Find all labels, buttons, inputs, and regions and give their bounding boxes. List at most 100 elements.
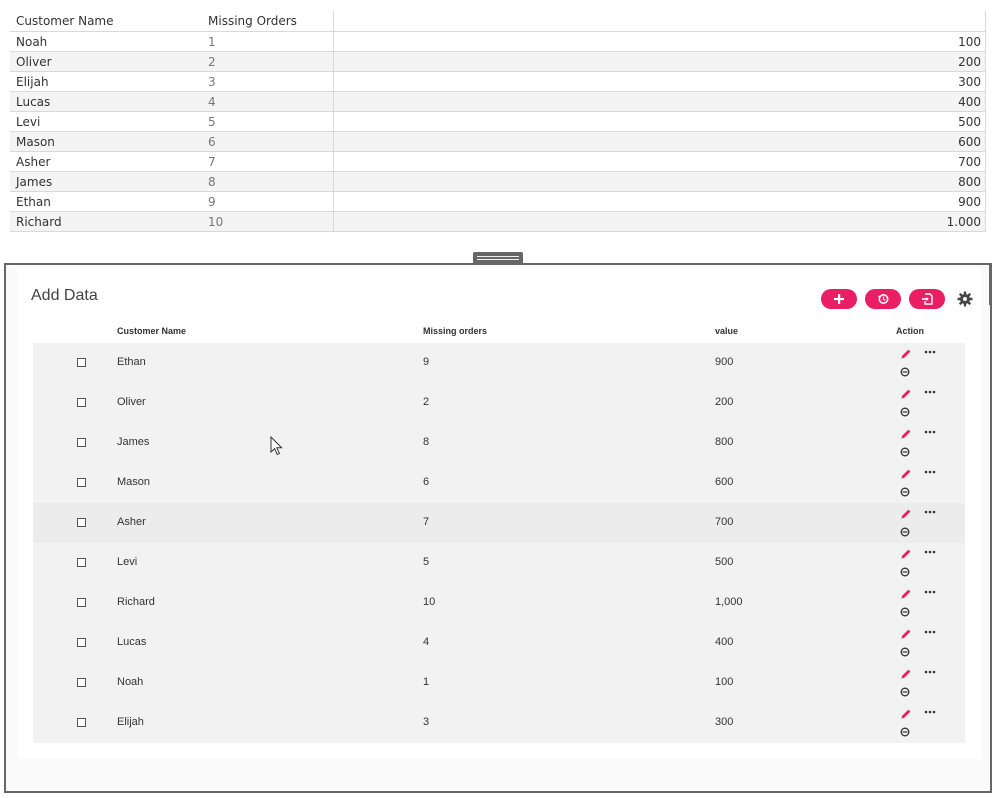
table-row[interactable]: Oliver 2 200 <box>33 383 965 423</box>
table-row[interactable]: Noah 1 100 <box>33 663 965 703</box>
summary-cell-missing: 5 <box>202 112 334 131</box>
table-row[interactable]: Lucas 4 400 <box>33 623 965 663</box>
summary-table-row: Elijah 3 300 <box>10 72 986 92</box>
history-icon[interactable] <box>900 647 910 657</box>
row-checkbox[interactable] <box>76 638 86 647</box>
pencil-icon[interactable] <box>900 588 912 600</box>
row-checkbox[interactable] <box>76 398 86 407</box>
summary-cell-missing: 6 <box>202 132 334 151</box>
cell-customer-name: Lucas <box>117 636 147 648</box>
cell-value: 400 <box>715 636 734 648</box>
summary-cell-name: Ethan <box>16 195 51 209</box>
cell-customer-name: Oliver <box>117 396 146 408</box>
pencil-icon[interactable] <box>900 628 912 640</box>
summary-cell-value: 300 <box>334 72 986 91</box>
row-actions <box>895 423 965 463</box>
summary-cell-value: 700 <box>334 152 986 171</box>
table-row[interactable]: Asher 7 700 <box>33 503 965 543</box>
history-icon[interactable] <box>900 727 910 737</box>
table-row[interactable]: Elijah 3 300 <box>33 703 965 743</box>
pencil-icon[interactable] <box>900 548 912 560</box>
table-row[interactable]: Levi 5 500 <box>33 543 965 583</box>
summary-table-row: Noah 1 100 <box>10 32 986 52</box>
row-checkbox[interactable] <box>76 438 86 447</box>
row-select <box>33 343 117 383</box>
grid-header-value[interactable]: value <box>715 326 895 336</box>
more-icon[interactable] <box>924 387 936 397</box>
row-actions <box>895 543 965 583</box>
history-button[interactable] <box>865 289 901 309</box>
more-icon[interactable] <box>924 667 936 677</box>
more-icon[interactable] <box>924 547 936 557</box>
settings-button[interactable] <box>955 289 975 309</box>
row-checkbox[interactable] <box>76 558 86 567</box>
row-select <box>33 663 117 703</box>
cell-customer-name: Elijah <box>117 716 144 728</box>
summary-cell-missing: 1 <box>202 32 334 51</box>
summary-cell-value: 400 <box>334 92 986 111</box>
pencil-icon[interactable] <box>900 428 912 440</box>
more-icon[interactable] <box>924 467 936 477</box>
history-icon[interactable] <box>900 367 910 377</box>
row-select <box>33 623 117 663</box>
more-icon[interactable] <box>924 347 936 357</box>
pencil-icon[interactable] <box>900 468 912 480</box>
row-checkbox[interactable] <box>76 358 86 367</box>
summary-table-row: Lucas 4 400 <box>10 92 986 112</box>
more-icon[interactable] <box>924 707 936 717</box>
row-checkbox[interactable] <box>76 598 86 607</box>
more-icon[interactable] <box>924 507 936 517</box>
more-icon[interactable] <box>924 587 936 597</box>
pencil-icon[interactable] <box>900 708 912 720</box>
pencil-icon[interactable] <box>900 668 912 680</box>
summary-table-row: Levi 5 500 <box>10 112 986 132</box>
row-checkbox[interactable] <box>76 518 86 527</box>
header-value[interactable] <box>334 11 986 31</box>
grid-header-customer-name[interactable]: Customer Name <box>117 326 423 336</box>
pencil-icon[interactable] <box>900 508 912 520</box>
plus-icon <box>834 294 844 304</box>
row-checkbox[interactable] <box>76 718 86 727</box>
cell-customer-name: Levi <box>117 556 138 568</box>
history-icon[interactable] <box>900 607 910 617</box>
pencil-icon[interactable] <box>900 388 912 400</box>
grid-header-missing-orders[interactable]: Missing orders <box>423 326 715 336</box>
row-select <box>33 423 117 463</box>
mouse-cursor-icon <box>270 436 283 456</box>
summary-table-row: Asher 7 700 <box>10 152 986 172</box>
header-customer-name[interactable]: Customer Name <box>10 11 202 31</box>
row-select <box>33 583 117 623</box>
panel-toolbar <box>821 289 975 309</box>
summary-cell-value: 1.000 <box>334 212 986 231</box>
summary-cell-missing: 2 <box>202 52 334 71</box>
summary-cell-missing: 8 <box>202 172 334 191</box>
more-icon[interactable] <box>924 427 936 437</box>
history-icon[interactable] <box>900 487 910 497</box>
row-checkbox[interactable] <box>76 678 86 687</box>
history-icon[interactable] <box>900 567 910 577</box>
table-row[interactable]: James 8 800 <box>33 423 965 463</box>
table-row[interactable]: Mason 6 600 <box>33 463 965 503</box>
add-row-button[interactable] <box>821 289 857 309</box>
pencil-icon[interactable] <box>900 348 912 360</box>
table-row[interactable]: Richard 10 1,000 <box>33 583 965 623</box>
header-missing-orders[interactable]: Missing Orders <box>202 11 334 31</box>
import-button[interactable] <box>909 289 945 309</box>
more-icon[interactable] <box>924 627 936 637</box>
history-icon[interactable] <box>900 687 910 697</box>
table-row[interactable]: Ethan 9 900 <box>33 343 965 383</box>
history-icon[interactable] <box>900 447 910 457</box>
cell-missing-orders: 3 <box>423 716 430 728</box>
row-select <box>33 383 117 423</box>
cell-missing-orders: 6 <box>423 476 430 488</box>
cell-missing-orders: 1 <box>423 676 430 688</box>
panel-title: Add Data <box>31 287 98 304</box>
row-select <box>33 543 117 583</box>
history-icon[interactable] <box>900 407 910 417</box>
history-icon[interactable] <box>900 527 910 537</box>
cell-value: 900 <box>715 356 734 368</box>
cell-missing-orders: 4 <box>423 636 430 648</box>
cell-value: 700 <box>715 516 734 528</box>
row-select <box>33 503 117 543</box>
row-checkbox[interactable] <box>76 478 86 487</box>
